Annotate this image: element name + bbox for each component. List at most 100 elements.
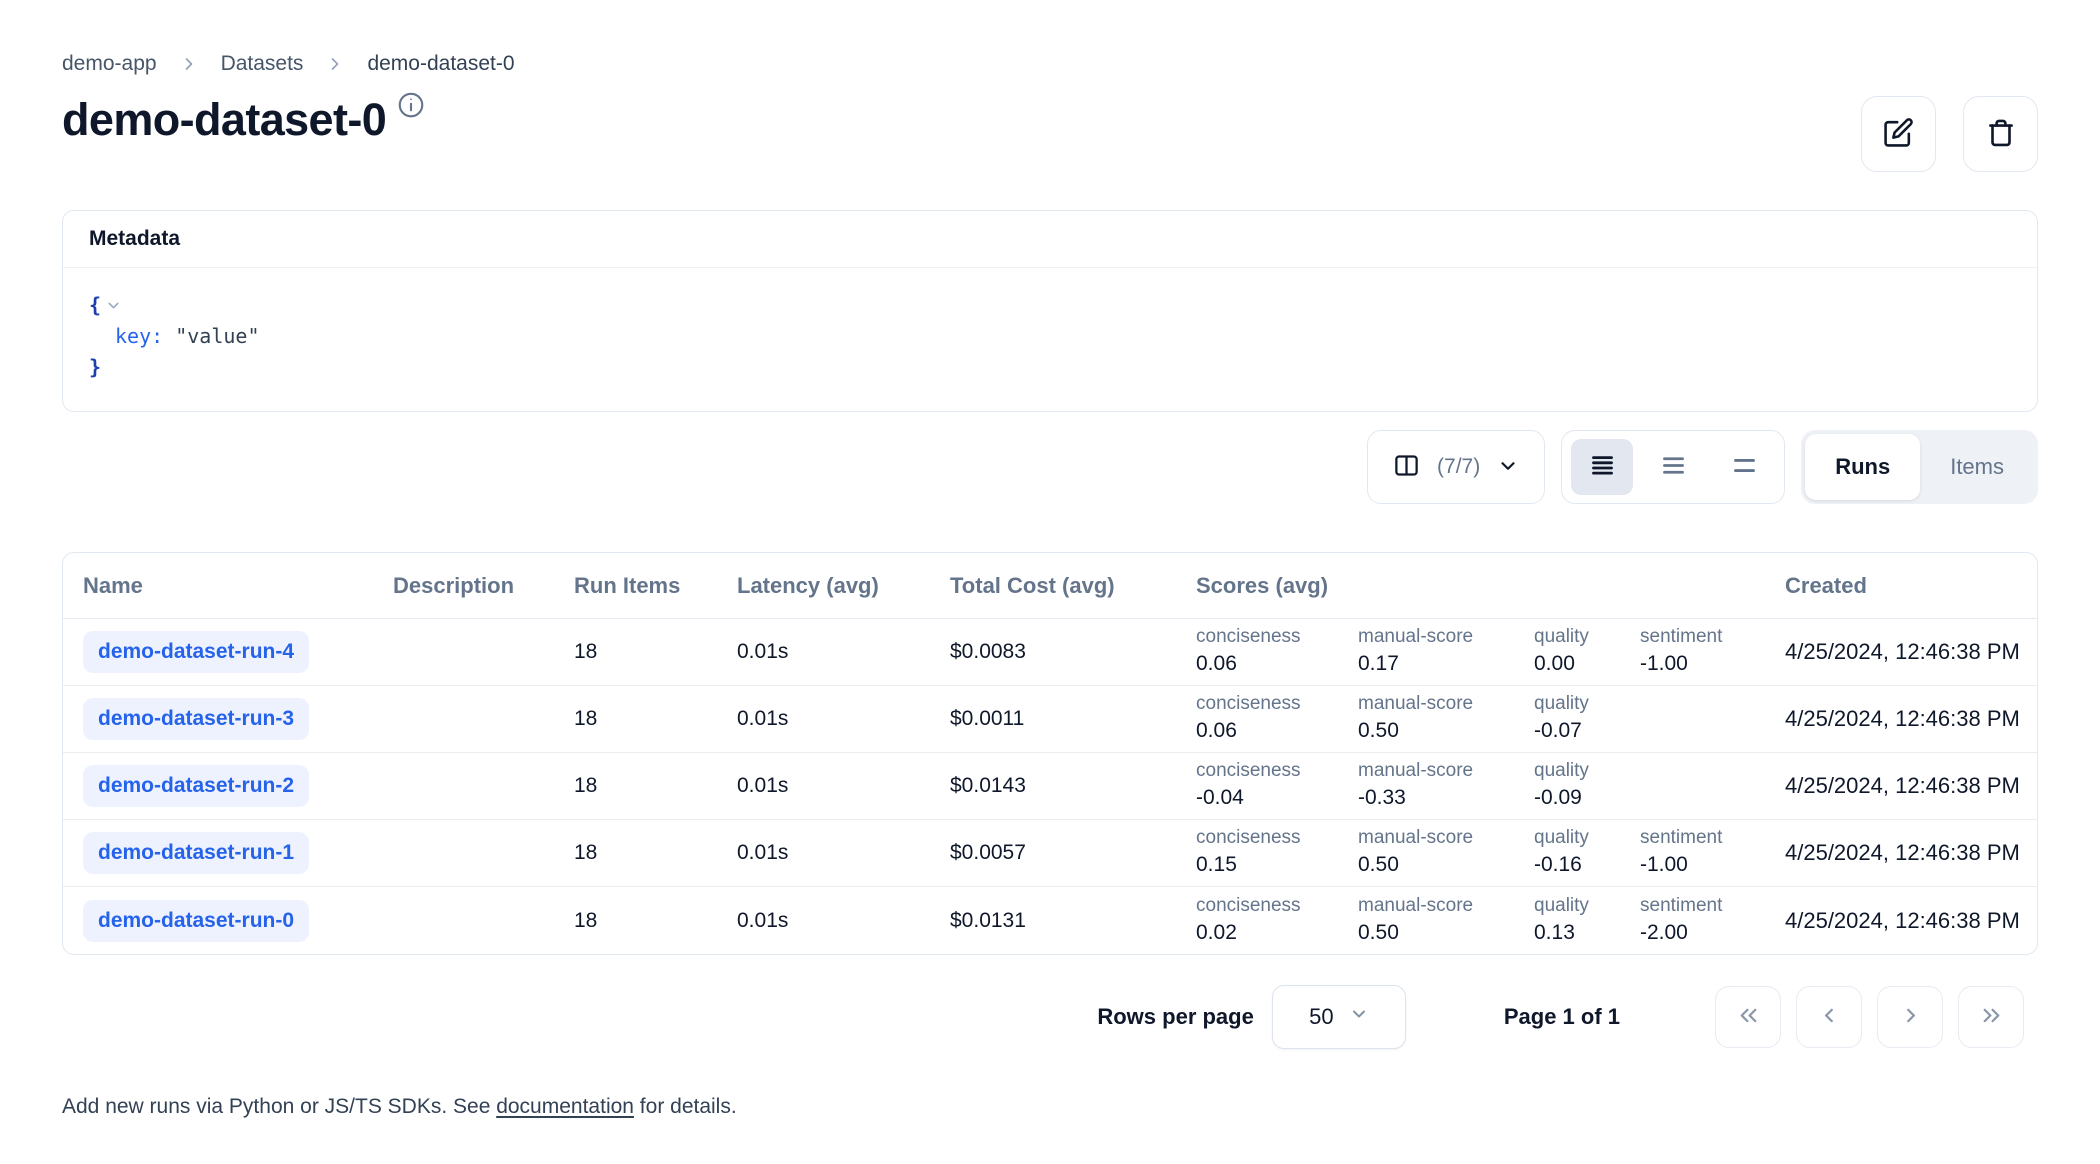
runs-items-tabs: Runs Items bbox=[1801, 430, 2038, 504]
score-label: sentiment bbox=[1640, 827, 1722, 850]
breadcrumb-item-dataset[interactable]: demo-dataset-0 bbox=[367, 52, 514, 76]
page-status: Page 1 of 1 bbox=[1504, 1004, 1620, 1030]
score-value: 0.50 bbox=[1358, 920, 1534, 946]
page-title: demo-dataset-0 bbox=[62, 94, 386, 146]
table-row[interactable]: demo-dataset-run-3 18 0.01s $0.0011 conc… bbox=[63, 686, 2037, 753]
total-cost-cell: $0.0057 bbox=[950, 841, 1196, 865]
score-avg-cell: conciseness0.15 bbox=[1196, 827, 1358, 878]
row-height-large-button[interactable] bbox=[1713, 439, 1775, 495]
score-label: manual-score bbox=[1358, 760, 1534, 783]
table-row[interactable]: demo-dataset-run-0 18 0.01s $0.0131 conc… bbox=[63, 887, 2037, 954]
score-label: sentiment bbox=[1640, 626, 1722, 649]
score-label: manual-score bbox=[1358, 895, 1534, 918]
scores-cell: conciseness0.06manual-score0.50quality-0… bbox=[1196, 693, 1785, 744]
score-value: 0.17 bbox=[1358, 651, 1534, 677]
run-name-link[interactable]: demo-dataset-run-2 bbox=[83, 765, 309, 807]
row-height-small-button[interactable] bbox=[1571, 439, 1633, 495]
score-label: conciseness bbox=[1196, 626, 1358, 649]
score-avg-cell: quality0.13 bbox=[1534, 895, 1640, 946]
created-cell: 4/25/2024, 12:46:38 PM bbox=[1785, 840, 2037, 866]
latency-cell: 0.01s bbox=[737, 707, 950, 731]
title-actions bbox=[1861, 96, 2038, 172]
created-cell: 4/25/2024, 12:46:38 PM bbox=[1785, 706, 2037, 732]
score-label: conciseness bbox=[1196, 827, 1358, 850]
row-height-medium-icon bbox=[1660, 452, 1687, 482]
runs-table: Name Description Run Items Latency (avg)… bbox=[62, 552, 2038, 955]
dataset-runs-page: demo-app Datasets demo-dataset-0 demo-da… bbox=[0, 0, 2100, 1164]
total-cost-cell: $0.0011 bbox=[950, 707, 1196, 731]
metadata-panel: Metadata { key: "value" } bbox=[62, 210, 2038, 412]
column-header-description: Description bbox=[393, 573, 574, 599]
created-cell: 4/25/2024, 12:46:38 PM bbox=[1785, 773, 2037, 799]
metadata-json-viewer: { key: "value" } bbox=[63, 268, 2037, 411]
run-name-link[interactable]: demo-dataset-run-4 bbox=[83, 631, 309, 673]
last-page-button[interactable] bbox=[1958, 986, 2024, 1048]
first-page-button[interactable] bbox=[1715, 986, 1781, 1048]
next-page-button[interactable] bbox=[1877, 986, 1943, 1048]
score-value: -0.09 bbox=[1534, 785, 1640, 811]
total-cost-cell: $0.0083 bbox=[950, 640, 1196, 664]
score-avg-cell: quality0.00 bbox=[1534, 626, 1640, 677]
rows-per-page-select[interactable]: 50 bbox=[1272, 985, 1406, 1049]
row-height-medium-button[interactable] bbox=[1642, 439, 1704, 495]
chevrons-right-icon bbox=[1978, 1002, 2005, 1032]
run-items-cell: 18 bbox=[574, 640, 737, 664]
table-row[interactable]: demo-dataset-run-2 18 0.01s $0.0143 conc… bbox=[63, 753, 2037, 820]
score-avg-cell: manual-score-0.33 bbox=[1358, 760, 1534, 811]
score-value: -1.00 bbox=[1640, 852, 1722, 878]
edit-dataset-button[interactable] bbox=[1861, 96, 1936, 172]
score-value: -1.00 bbox=[1640, 651, 1722, 677]
chevron-down-icon bbox=[1349, 1004, 1369, 1030]
documentation-link[interactable]: documentation bbox=[496, 1095, 634, 1118]
collapse-chevron-down-icon[interactable] bbox=[105, 297, 122, 314]
created-cell: 4/25/2024, 12:46:38 PM bbox=[1785, 908, 2037, 934]
score-value: -0.07 bbox=[1534, 718, 1640, 744]
delete-dataset-button[interactable] bbox=[1963, 96, 2038, 172]
json-open-brace: { bbox=[89, 290, 101, 321]
score-value: -0.33 bbox=[1358, 785, 1534, 811]
table-row[interactable]: demo-dataset-run-1 18 0.01s $0.0057 conc… bbox=[63, 820, 2037, 887]
chevron-left-icon bbox=[1816, 1002, 1843, 1032]
latency-cell: 0.01s bbox=[737, 841, 950, 865]
breadcrumb-item-datasets[interactable]: Datasets bbox=[221, 52, 304, 76]
run-items-cell: 18 bbox=[574, 909, 737, 933]
footnote-text-after: for details. bbox=[634, 1095, 737, 1118]
latency-cell: 0.01s bbox=[737, 774, 950, 798]
run-name-link[interactable]: demo-dataset-run-3 bbox=[83, 698, 309, 740]
score-avg-cell: manual-score0.50 bbox=[1358, 693, 1534, 744]
score-avg-cell: manual-score0.50 bbox=[1358, 895, 1534, 946]
columns-icon bbox=[1393, 452, 1420, 482]
column-header-scores: Scores (avg) bbox=[1196, 573, 1785, 599]
breadcrumb-item-project[interactable]: demo-app bbox=[62, 52, 157, 76]
run-items-cell: 18 bbox=[574, 841, 737, 865]
previous-page-button[interactable] bbox=[1796, 986, 1862, 1048]
score-value: -2.00 bbox=[1640, 920, 1722, 946]
table-body: demo-dataset-run-4 18 0.01s $0.0083 conc… bbox=[63, 619, 2037, 954]
breadcrumb: demo-app Datasets demo-dataset-0 bbox=[62, 52, 2038, 76]
run-name-link[interactable]: demo-dataset-run-1 bbox=[83, 832, 309, 874]
scores-cell: conciseness0.06manual-score0.17quality0.… bbox=[1196, 626, 1785, 677]
json-key: key bbox=[115, 321, 151, 352]
run-name-cell: demo-dataset-run-0 bbox=[83, 900, 393, 942]
run-items-cell: 18 bbox=[574, 774, 737, 798]
score-avg-cell: conciseness0.02 bbox=[1196, 895, 1358, 946]
json-colon: : bbox=[151, 321, 163, 352]
score-label: quality bbox=[1534, 827, 1640, 850]
score-avg-cell: quality-0.16 bbox=[1534, 827, 1640, 878]
info-icon[interactable] bbox=[396, 90, 426, 125]
column-visibility-button[interactable]: (7/7) bbox=[1367, 430, 1545, 504]
score-avg-cell: manual-score0.17 bbox=[1358, 626, 1534, 677]
table-row[interactable]: demo-dataset-run-4 18 0.01s $0.0083 conc… bbox=[63, 619, 2037, 686]
total-cost-cell: $0.0131 bbox=[950, 909, 1196, 933]
tab-items[interactable]: Items bbox=[1920, 434, 2034, 500]
column-header-created: Created bbox=[1785, 573, 2037, 599]
run-items-cell: 18 bbox=[574, 707, 737, 731]
title-row: demo-dataset-0 bbox=[62, 94, 2038, 172]
tab-runs[interactable]: Runs bbox=[1805, 434, 1920, 500]
score-label: manual-score bbox=[1358, 693, 1534, 716]
rows-per-page-label: Rows per page bbox=[1097, 1004, 1253, 1030]
score-value: -0.16 bbox=[1534, 852, 1640, 878]
score-label: sentiment bbox=[1640, 895, 1722, 918]
run-name-link[interactable]: demo-dataset-run-0 bbox=[83, 900, 309, 942]
score-value: 0.13 bbox=[1534, 920, 1640, 946]
